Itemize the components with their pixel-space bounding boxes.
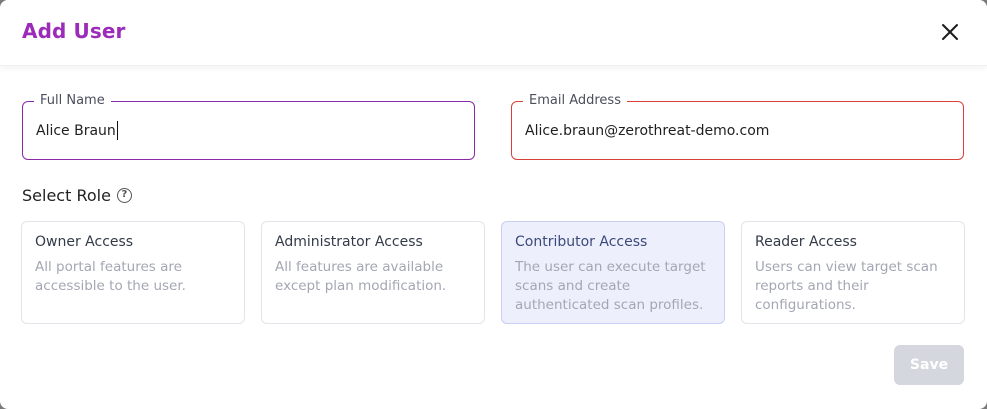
role-card-administrator[interactable]: Administrator Access All features are av… <box>261 221 485 324</box>
full-name-field: Full Name <box>22 93 475 160</box>
question-circle-icon[interactable]: ? <box>116 188 132 203</box>
role-title: Reader Access <box>755 234 857 250</box>
role-description: The user can execute target scans and cr… <box>515 259 706 313</box>
add-user-dialog: Add User Full Name Email Address Select … <box>0 0 987 409</box>
close-button[interactable] <box>938 20 962 44</box>
role-card-owner[interactable]: Owner Access All portal features are acc… <box>21 221 245 324</box>
role-description: All features are available except plan m… <box>275 259 447 294</box>
select-role-label: Select Role <box>22 186 111 205</box>
close-icon <box>942 24 958 40</box>
full-name-input[interactable] <box>36 120 456 142</box>
role-title: Owner Access <box>35 234 134 250</box>
dialog-title: Add User <box>22 19 126 43</box>
full-name-label: Full Name <box>34 93 111 109</box>
text-caret <box>117 121 118 140</box>
role-card-reader[interactable]: Reader Access Users can view target scan… <box>741 221 965 324</box>
role-title: Administrator Access <box>275 234 423 250</box>
role-card-contributor[interactable]: Contributor Access The user can execute … <box>501 221 725 324</box>
role-description: Users can view target scan reports and t… <box>755 259 938 313</box>
role-description: All portal features are accessible to th… <box>35 259 186 294</box>
email-label: Email Address <box>523 93 627 109</box>
dialog-header: Add User <box>0 0 987 66</box>
email-field: Email Address <box>511 93 964 160</box>
select-role-heading: Select Role ? <box>22 186 132 205</box>
email-input[interactable] <box>525 120 945 142</box>
role-title: Contributor Access <box>515 234 648 250</box>
save-button[interactable]: Save <box>894 345 964 385</box>
